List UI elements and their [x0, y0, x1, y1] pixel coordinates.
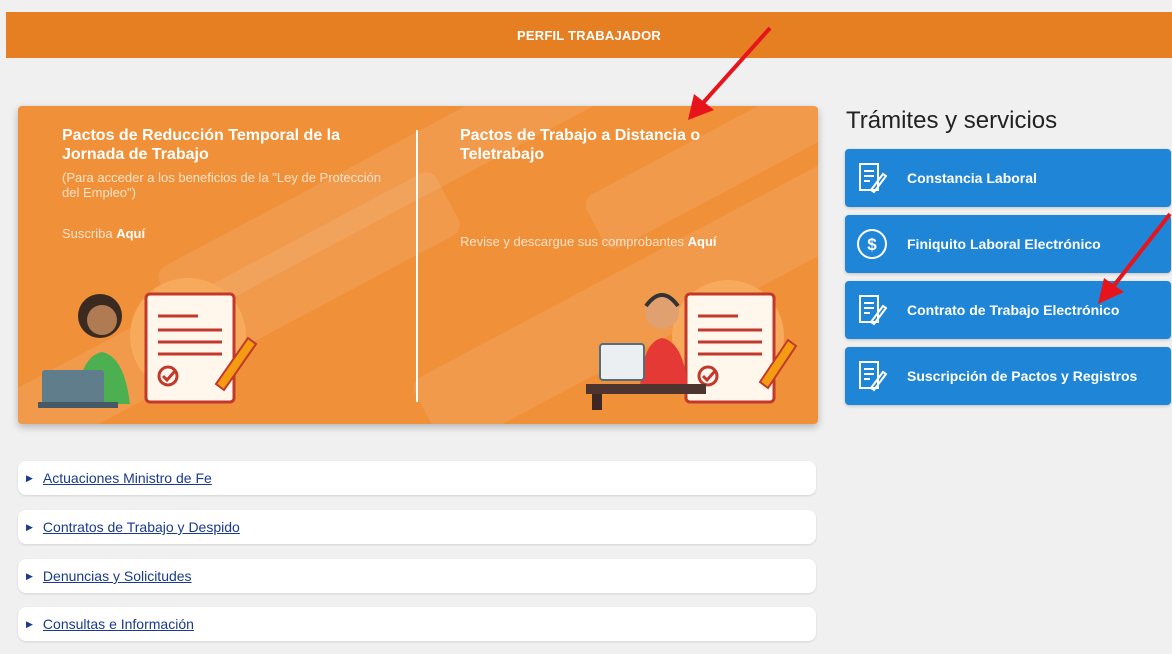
caret-right-icon: ▶ — [26, 472, 33, 483]
contrato-trabajo-label: Contrato de Trabajo Electrónico — [907, 302, 1120, 318]
constancia-laboral-button[interactable]: Constancia Laboral — [845, 149, 1171, 207]
caret-right-icon: ▶ — [26, 570, 33, 581]
header-bar: PERFIL TRABAJADOR — [6, 12, 1172, 58]
accordion-item-label[interactable]: Denuncias y Solicitudes — [43, 568, 192, 584]
banner-divider — [416, 130, 418, 402]
banner-left-cta-text: Suscriba — [62, 226, 117, 241]
accordion-item-actuaciones[interactable]: ▶ Actuaciones Ministro de Fe — [18, 461, 816, 495]
services-title: Trámites y servicios — [846, 107, 1058, 134]
banner-right-cta[interactable]: Revise y descargue sus comprobantes Aquí — [460, 234, 717, 249]
accordion-item-label[interactable]: Consultas e Información — [43, 616, 194, 632]
dollar-circle-icon: $ — [855, 227, 889, 261]
caret-right-icon: ▶ — [26, 618, 33, 629]
banner-left-subtitle: (Para acceder a los beneficios de la "Le… — [62, 170, 381, 200]
accordion-item-contratos[interactable]: ▶ Contratos de Trabajo y Despido — [18, 510, 816, 544]
man-headset-illustration — [586, 280, 798, 410]
document-pen-icon — [855, 359, 889, 393]
annotation-arrow-icon — [688, 26, 772, 120]
suscripcion-pactos-label: Suscripción de Pactos y Registros — [907, 368, 1138, 384]
caret-right-icon: ▶ — [26, 521, 33, 532]
accordion-item-consultas[interactable]: ▶ Consultas e Información — [18, 607, 816, 641]
constancia-laboral-label: Constancia Laboral — [907, 170, 1037, 186]
banner-left-cta-link[interactable]: Aquí — [116, 226, 145, 241]
banner-left-cta[interactable]: Suscriba Aquí — [62, 226, 145, 241]
page-title: PERFIL TRABAJADOR — [516, 27, 661, 43]
annotation-arrow-icon — [1098, 212, 1172, 304]
woman-laptop-illustration — [38, 278, 258, 408]
pactos-banner: Pactos de Reducción Temporal de la Jorna… — [18, 106, 818, 424]
banner-left-title: Pactos de Reducción Temporal de la Jorna… — [62, 127, 340, 163]
document-pen-icon — [855, 293, 889, 327]
finiquito-laboral-label: Finiquito Laboral Electrónico — [907, 236, 1101, 252]
accordion-item-denuncias[interactable]: ▶ Denuncias y Solicitudes — [18, 559, 816, 593]
banner-right-cta-link[interactable]: Aquí — [688, 234, 717, 249]
svg-text:$: $ — [867, 235, 877, 254]
banner-right-title: Pactos de Trabajo a Distancia o Teletrab… — [460, 127, 701, 163]
document-pen-icon — [855, 161, 889, 195]
banner-right-cta-text: Revise y descargue sus comprobantes — [460, 234, 688, 249]
suscripcion-pactos-button[interactable]: Suscripción de Pactos y Registros — [845, 347, 1171, 405]
accordion-item-label[interactable]: Actuaciones Ministro de Fe — [43, 470, 212, 486]
accordion-item-label[interactable]: Contratos de Trabajo y Despido — [43, 519, 240, 535]
